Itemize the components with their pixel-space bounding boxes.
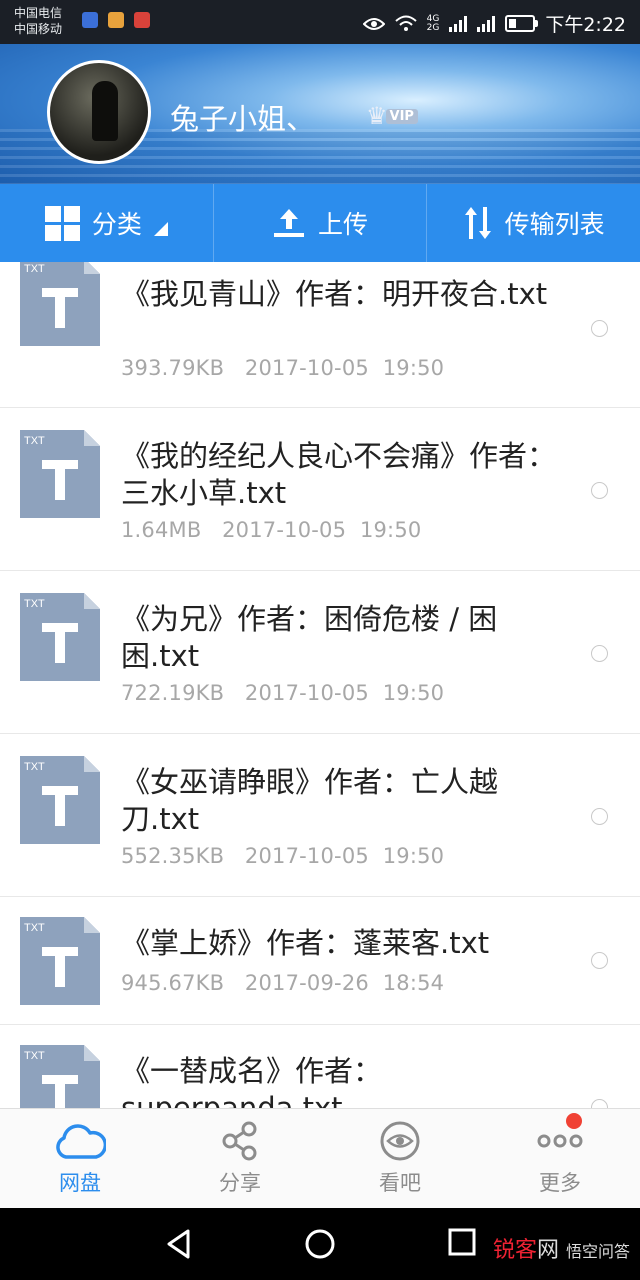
system-navigation-bar: 锐客网 悟空问答 [0, 1208, 640, 1280]
app-notification-icon [82, 12, 98, 28]
action-toolbar: 分类 上传 传输列表 [0, 184, 640, 262]
clock: 下午2:22 [545, 14, 626, 36]
tab-disk[interactable]: 网盘 [0, 1109, 160, 1209]
avatar[interactable] [47, 60, 151, 164]
svg-text:TXT: TXT [24, 435, 45, 447]
transfer-list-button[interactable]: 传输列表 [426, 184, 640, 262]
category-label: 分类 [91, 210, 142, 239]
app-notification-icon [108, 12, 124, 28]
file-list: TXT 《我见青山》作者：明开夜合.txt 393.79KB 2017-10-0… [0, 262, 640, 1108]
carrier-info: 中国电信 中国移动 [14, 5, 62, 37]
back-icon[interactable] [164, 1228, 194, 1260]
tab-watch[interactable]: 看吧 [320, 1109, 480, 1209]
txt-file-icon: TXT [20, 593, 100, 681]
share-icon [222, 1121, 257, 1161]
notification-icons [82, 12, 150, 28]
profile-header: 兔子小姐、 ♛ VIP [0, 44, 640, 184]
txt-file-icon: TXT [20, 756, 100, 844]
eye-icon [380, 1121, 420, 1161]
network-type: 4G 2G [426, 13, 440, 33]
file-name: 《我的经纪人良心不会痛》作者：三水小草.txt [121, 439, 557, 510]
file-meta: 722.19KB 2017-10-05 19:50 [121, 681, 445, 705]
vip-badge[interactable]: ♛ VIP [366, 102, 418, 130]
vip-label: VIP [385, 108, 418, 124]
svg-text:TXT: TXT [24, 922, 45, 934]
tab-share[interactable]: 分享 [160, 1109, 320, 1209]
txt-file-icon: TXT [20, 917, 100, 1005]
list-item[interactable]: TXT 《我见青山》作者：明开夜合.txt 393.79KB 2017-10-0… [0, 262, 640, 408]
bottom-navigation: 网盘 分享 看吧 更多 [0, 1108, 640, 1209]
grid-icon [44, 205, 80, 241]
tab-disk-label: 网盘 [59, 1171, 101, 1195]
signal-icon [449, 15, 468, 32]
carrier-1: 中国电信 [14, 6, 63, 20]
file-meta: 552.35KB 2017-10-05 19:50 [121, 844, 445, 868]
select-radio[interactable] [591, 482, 608, 499]
file-name: 《女巫请睁眼》作者：亡人越刀.txt [121, 765, 499, 836]
transfer-arrows-icon [464, 207, 491, 239]
watermark: 锐客网 悟空问答 [492, 1238, 630, 1263]
svg-text:TXT: TXT [24, 263, 45, 275]
list-item[interactable]: TXT 《我的经纪人良心不会痛》作者：三水小草.txt 1.64MB 2017-… [0, 408, 640, 571]
select-radio[interactable] [591, 808, 608, 825]
carrier-2: 中国移动 [14, 22, 63, 36]
tab-watch-label: 看吧 [379, 1171, 421, 1195]
battery-icon [505, 15, 539, 32]
txt-file-icon: TXT [20, 262, 100, 346]
svg-text:TXT: TXT [24, 1050, 45, 1062]
tab-more-label: 更多 [539, 1171, 581, 1195]
file-name: 《为兄》作者：困倚危楼 / 困困.txt [121, 602, 498, 673]
wifi-icon [394, 15, 417, 31]
file-name: 《一替成名》作者：superpanda.txt [121, 1054, 383, 1108]
transfer-list-label: 传输列表 [504, 210, 605, 239]
txt-file-icon: TXT [20, 1045, 100, 1108]
select-radio[interactable] [591, 645, 608, 662]
txt-file-icon: TXT [20, 430, 100, 518]
crown-icon: ♛ [366, 102, 388, 130]
select-radio[interactable] [591, 320, 608, 337]
file-meta: 1.64MB 2017-10-05 19:50 [121, 518, 422, 542]
cloud-icon [56, 1124, 106, 1159]
upload-button[interactable]: 上传 [212, 184, 427, 262]
home-icon[interactable] [304, 1228, 336, 1260]
app-notification-icon [134, 12, 150, 28]
tab-more[interactable]: 更多 [480, 1109, 640, 1209]
notification-badge [566, 1113, 582, 1129]
list-item[interactable]: TXT 《掌上娇》作者：蓬莱客.txt 945.67KB 2017-09-26 … [0, 897, 640, 1025]
username[interactable]: 兔子小姐、 [170, 96, 315, 138]
upload-icon [274, 209, 304, 237]
list-item[interactable]: TXT 《一替成名》作者：superpanda.txt [0, 1025, 640, 1108]
dropdown-triangle-icon [153, 222, 168, 236]
status-indicators: 4G 2G 下午2:22 [362, 10, 626, 37]
upload-label: 上传 [318, 210, 369, 239]
select-radio[interactable] [591, 952, 608, 969]
select-radio[interactable] [591, 1099, 608, 1108]
eye-comfort-icon [362, 17, 385, 30]
svg-text:TXT: TXT [24, 598, 45, 610]
file-name: 《我见青山》作者：明开夜合.txt [121, 277, 548, 311]
recents-icon[interactable] [448, 1228, 476, 1256]
svg-text:TXT: TXT [24, 761, 45, 773]
status-bar: 中国电信 中国移动 4G 2G 下午2:22 [0, 0, 640, 44]
file-meta: 945.67KB 2017-09-26 18:54 [121, 971, 445, 995]
category-button[interactable]: 分类 [0, 184, 213, 262]
list-item[interactable]: TXT 《为兄》作者：困倚危楼 / 困困.txt 722.19KB 2017-1… [0, 571, 640, 734]
file-name: 《掌上娇》作者：蓬莱客.txt [121, 926, 490, 960]
signal-icon [477, 15, 496, 32]
file-meta: 393.79KB 2017-10-05 19:50 [121, 356, 445, 380]
list-item[interactable]: TXT 《女巫请睁眼》作者：亡人越刀.txt 552.35KB 2017-10-… [0, 734, 640, 897]
tab-share-label: 分享 [219, 1171, 261, 1195]
